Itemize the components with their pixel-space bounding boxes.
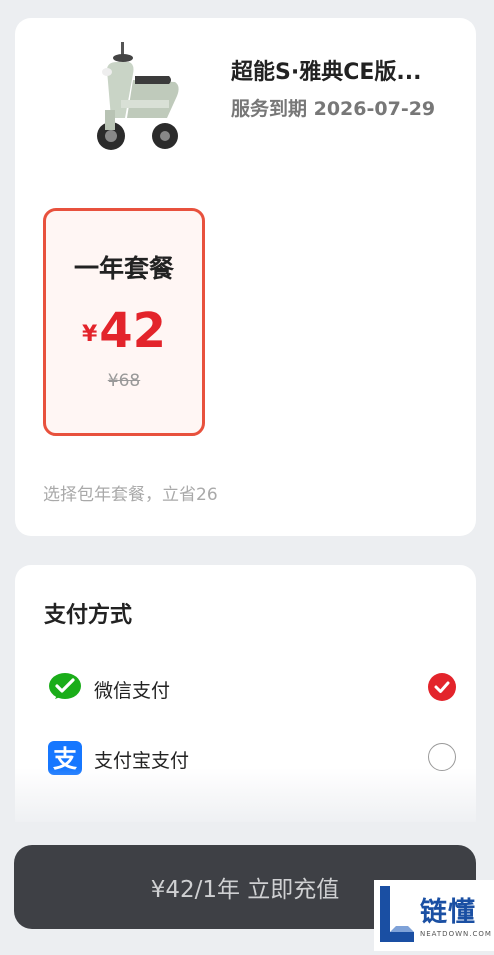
scroll-fade [0,768,494,828]
watermark-name: 链懂 [420,897,476,928]
currency-symbol: ¥ [81,322,98,347]
service-expiry: 服务到期 2026-07-29 [231,98,436,120]
watermark-l-icon [380,886,414,942]
payment-option-wechat[interactable]: 微信支付 [44,667,456,709]
watermark-subtitle: NEATDOWN.COM [420,930,492,938]
payment-label: 微信支付 [94,680,171,702]
price-value: 42 [99,303,167,359]
savings-tip: 选择包年套餐，立省26 [43,485,218,505]
plan-price: ¥42 [46,303,202,359]
payment-title: 支付方式 [44,603,133,628]
product-card: 超能S·雅典CE版... 服务到期 2026-07-29 一年套餐 ¥42 ¥6… [15,18,476,536]
watermark-logo: 链懂 NEATDOWN.COM [374,880,494,951]
wechat-pay-icon [49,673,81,699]
product-title: 超能S·雅典CE版... [231,60,422,85]
radio-icon[interactable] [428,743,456,771]
plan-option-yearly[interactable]: 一年套餐 ¥42 ¥68 [43,208,205,436]
scooter-image [97,42,179,150]
plan-name: 一年套餐 [73,254,174,283]
check-icon[interactable] [428,673,456,701]
original-price: ¥68 [107,371,141,391]
